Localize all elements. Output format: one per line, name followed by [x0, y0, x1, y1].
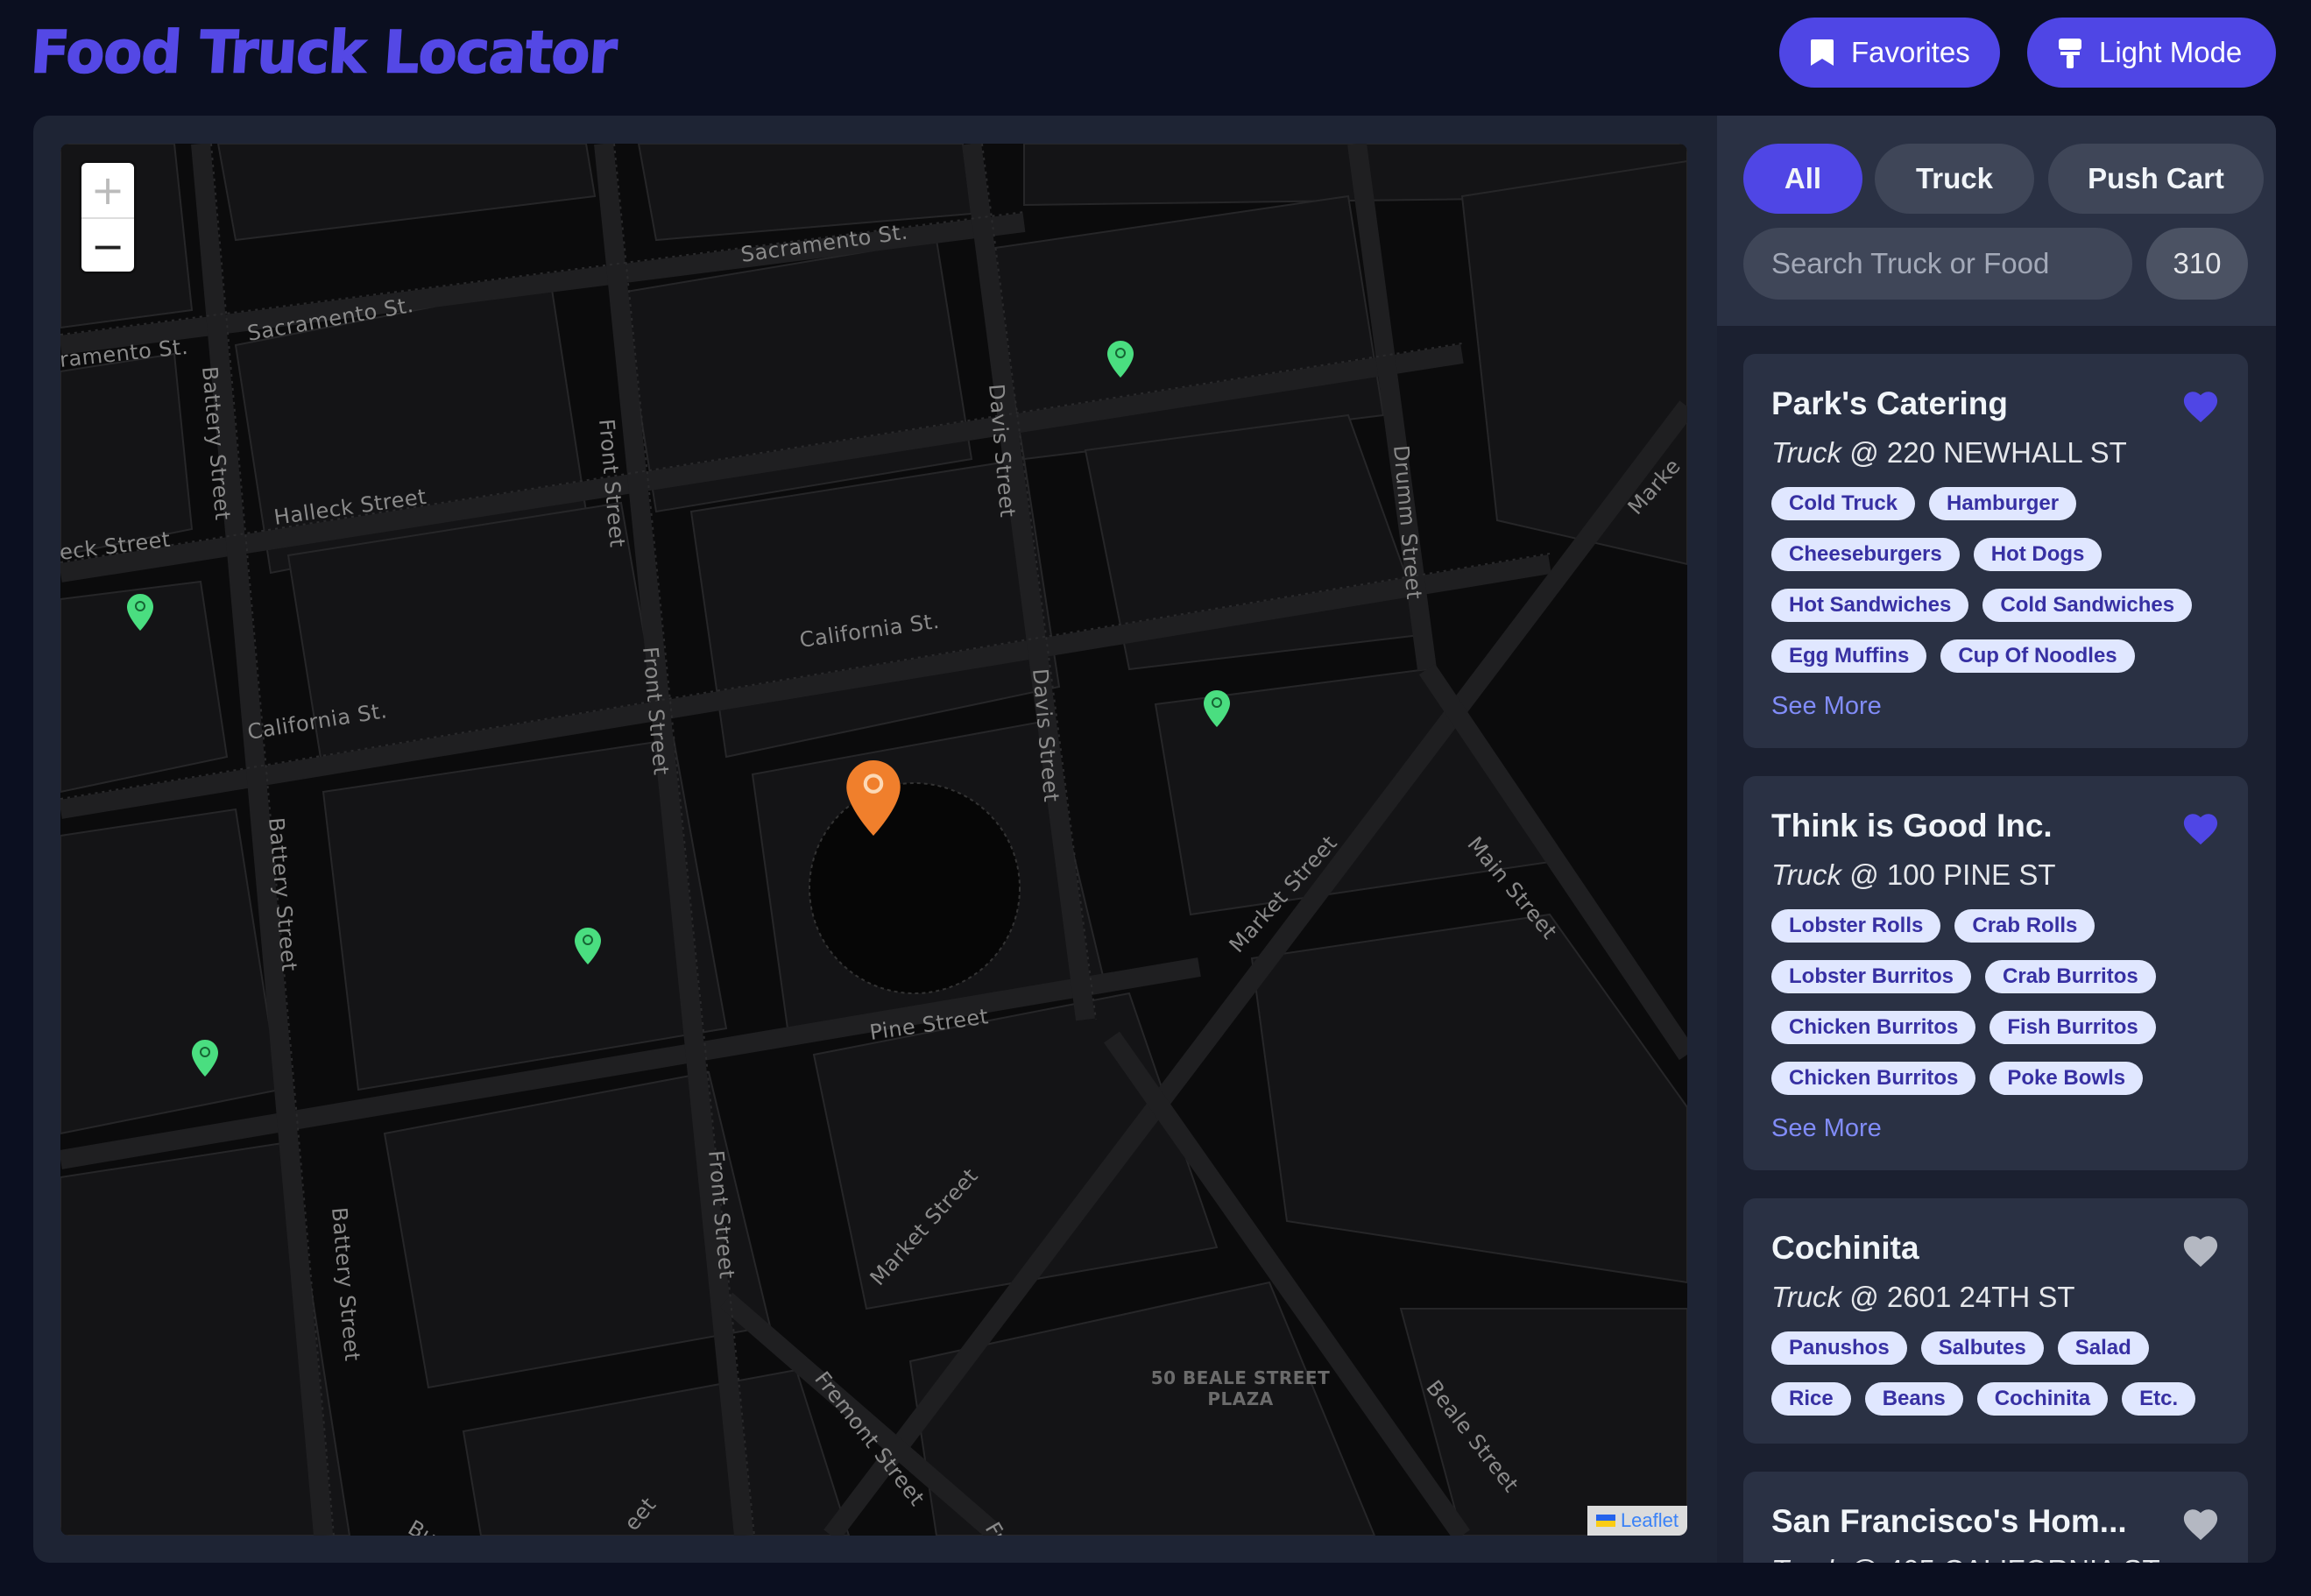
filter-all-button[interactable]: All: [1743, 144, 1862, 214]
zoom-in-button[interactable]: +: [81, 163, 134, 219]
light-mode-button[interactable]: Light Mode: [2027, 18, 2276, 88]
see-more-link[interactable]: See More: [1771, 1114, 2220, 1143]
current-location-pin-icon[interactable]: [846, 760, 901, 836]
food-tag: Cheeseburgers: [1771, 538, 1960, 571]
food-tag: Lobster Rolls: [1771, 909, 1941, 943]
food-tag: Beans: [1864, 1382, 1963, 1416]
food-tag: Panushos: [1771, 1331, 1907, 1365]
heart-filled-icon[interactable]: [2181, 389, 2220, 424]
map-view[interactable]: Sacramento St. Sacramento St. ramento St…: [60, 144, 1687, 1536]
food-tag: Chicken Burritos: [1771, 1062, 1976, 1095]
favorites-button[interactable]: Favorites: [1779, 18, 2000, 88]
food-tag: Hot Dogs: [1973, 538, 2103, 571]
food-tags: Lobster Rolls Crab Rolls Lobster Burrito…: [1771, 909, 2227, 1095]
map-attribution[interactable]: Leaflet: [1587, 1506, 1687, 1536]
zoom-control: + −: [81, 163, 134, 272]
food-tag: Salad: [2057, 1331, 2149, 1365]
ukraine-flag-icon: [1595, 1515, 1615, 1527]
food-tag: Egg Muffins: [1771, 639, 1927, 673]
filter-push-cart-button[interactable]: Push Cart: [2048, 144, 2264, 214]
favorites-label: Favorites: [1851, 36, 1970, 68]
map-pin-icon[interactable]: [1107, 341, 1134, 378]
truck-name: Think is Good Inc.: [1771, 808, 2053, 844]
food-tag: Cup Of Noodles: [1940, 639, 2135, 673]
food-tag: Cold Sandwiches: [1982, 589, 2193, 622]
truck-name: Park's Catering: [1771, 385, 2008, 421]
food-tag: Cochinita: [1976, 1382, 2109, 1416]
search-input[interactable]: [1743, 228, 2132, 300]
truck-location: Truck @ 405 CALIFORNIA ST: [1771, 1554, 2220, 1563]
zoom-out-button[interactable]: −: [81, 219, 134, 272]
attribution-link[interactable]: Leaflet: [1621, 1509, 1678, 1532]
map-pin-icon[interactable]: [192, 1040, 218, 1077]
see-more-link[interactable]: See More: [1771, 692, 2220, 721]
filter-truck-button[interactable]: Truck: [1875, 144, 2034, 214]
food-tag: Etc.: [2122, 1382, 2196, 1416]
truck-location: Truck @ 220 NEWHALL ST: [1771, 436, 2127, 469]
truck-name: San Francisco's Hom...: [1771, 1503, 2127, 1539]
food-tag: Hot Sandwiches: [1771, 589, 1969, 622]
truck-location: Truck @ 2601 24TH ST: [1771, 1281, 2075, 1313]
map-tiles: Sacramento St. Sacramento St. ramento St…: [60, 144, 1687, 1536]
filter-bar: All Truck Push Cart 310: [1717, 116, 2276, 326]
paint-roller-icon: [2057, 38, 2083, 68]
main-panel: Sacramento St. Sacramento St. ramento St…: [33, 116, 2276, 1563]
plaza-label: PLAZA: [1207, 1388, 1273, 1409]
food-tags: Cold Truck Hamburger Cheeseburgers Hot D…: [1771, 487, 2227, 673]
food-tags: Panushos Salbutes Salad Rice Beans Cochi…: [1771, 1331, 2227, 1416]
bookmark-icon: [1809, 38, 1835, 67]
truck-list[interactable]: Park's Catering Truck @ 220 NEWHALL ST C…: [1717, 326, 2276, 1563]
food-tag: Rice: [1771, 1382, 1851, 1416]
map-pin-icon[interactable]: [575, 928, 601, 964]
truck-card[interactable]: Cochinita Truck @ 2601 24TH ST Panushos …: [1743, 1198, 2248, 1444]
food-tag: Salbutes: [1920, 1331, 2044, 1365]
food-tag: Cold Truck: [1771, 487, 1916, 520]
truck-location: Truck @ 100 PINE ST: [1771, 858, 2056, 891]
map-pin-icon[interactable]: [127, 594, 153, 631]
food-tag: Crab Rolls: [1954, 909, 2095, 943]
light-mode-label: Light Mode: [2099, 36, 2243, 68]
app-logo-title: Food Truck Locator: [28, 18, 618, 87]
plaza-label: 50 BEALE STREET: [1151, 1367, 1330, 1388]
food-tag: Crab Burritos: [1985, 960, 2156, 993]
result-count-badge: 310: [2146, 228, 2248, 300]
food-tag: Lobster Burritos: [1771, 960, 1972, 993]
heart-filled-icon[interactable]: [2181, 811, 2220, 846]
truck-card[interactable]: Park's Catering Truck @ 220 NEWHALL ST C…: [1743, 354, 2248, 748]
map-pin-icon[interactable]: [1204, 690, 1230, 727]
food-tag: Chicken Burritos: [1771, 1011, 1976, 1044]
food-tag: Poke Bowls: [1989, 1062, 2144, 1095]
food-tag: Fish Burritos: [1989, 1011, 2156, 1044]
heart-gray-icon[interactable]: [2181, 1507, 2220, 1542]
food-tag: Hamburger: [1929, 487, 2077, 520]
truck-name: Cochinita: [1771, 1230, 1919, 1266]
sidebar: All Truck Push Cart 310 Park's Catering …: [1717, 116, 2276, 1563]
truck-card[interactable]: San Francisco's Hom... Truck @ 405 CALIF…: [1743, 1472, 2248, 1563]
truck-card[interactable]: Think is Good Inc. Truck @ 100 PINE ST L…: [1743, 776, 2248, 1170]
heart-gray-icon[interactable]: [2181, 1233, 2220, 1268]
